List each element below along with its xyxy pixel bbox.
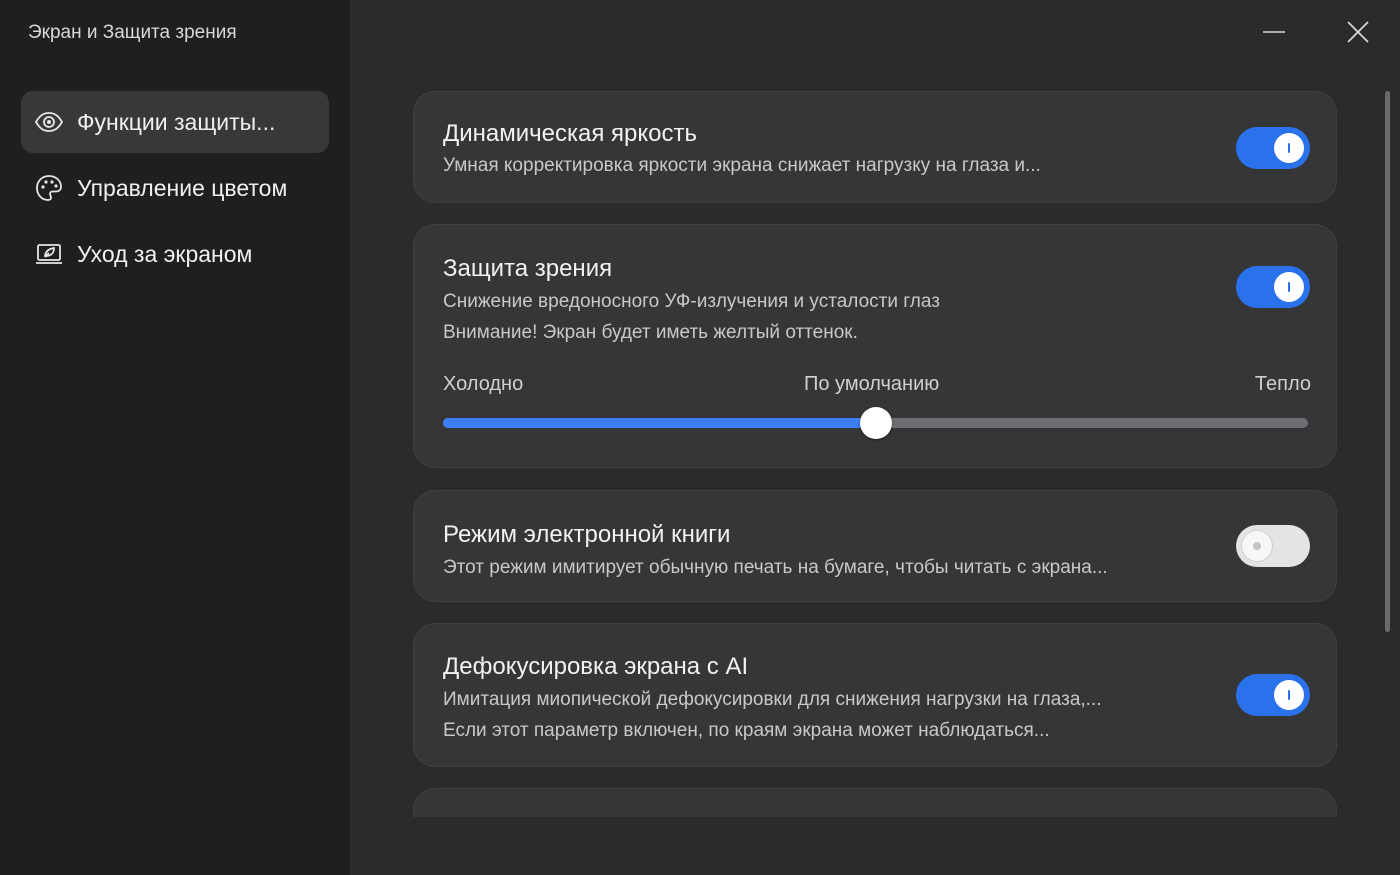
card-title: Дефокусировка экрана с AI — [443, 653, 749, 680]
slider-label-cold: Холодно — [443, 373, 524, 395]
card-ebook-mode: Режим электронной книги Этот режим имити… — [413, 490, 1337, 602]
sidebar-item-color-management[interactable]: Управление цветом — [21, 157, 329, 219]
sidebar-item-screen-care[interactable]: Уход за экраном — [21, 223, 329, 285]
eye-protection-toggle[interactable] — [1236, 266, 1310, 308]
card-description: Снижение вредоносного УФ-излучения и уст… — [443, 291, 940, 312]
card-ai-defocus: Дефокусировка экрана с AI Имитация миопи… — [413, 623, 1337, 767]
card-description: Имитация миопической дефокусировки для с… — [443, 689, 1102, 710]
laptop-leaf-icon — [34, 239, 64, 269]
settings-list[interactable]: Динамическая яркость Умная корректировка… — [413, 91, 1337, 817]
sidebar-item-label: Уход за экраном — [77, 240, 253, 267]
dynamic-brightness-toggle[interactable] — [1236, 127, 1310, 169]
app-title: Экран и Защита зрения — [28, 22, 237, 43]
slider-fill — [443, 418, 876, 428]
sidebar: Экран и Защита зрения Функции защиты... — [0, 0, 350, 875]
eye-icon — [34, 107, 64, 137]
card-eye-protection: Защита зрения Снижение вредоносного УФ-и… — [413, 224, 1337, 468]
minimize-icon — [1263, 31, 1285, 33]
card-next-partial — [413, 788, 1337, 817]
slider-labels: Холодно По умолчанию Тепло — [443, 373, 1311, 399]
slider-label-default: По умолчанию — [804, 373, 940, 395]
ebook-mode-toggle[interactable] — [1236, 525, 1310, 567]
sidebar-item-eye-protection[interactable]: Функции защиты... — [21, 91, 329, 153]
card-title: Защита зрения — [443, 255, 613, 282]
close-icon — [1347, 21, 1369, 43]
toggle-knob — [1274, 133, 1304, 163]
toggle-knob — [1274, 272, 1304, 302]
card-description: Умная корректировка яркости экрана снижа… — [443, 155, 1041, 176]
slider-thumb[interactable] — [859, 407, 892, 439]
slider-label-warm: Тепло — [1254, 373, 1311, 395]
card-warning: Внимание! Экран будет иметь желтый оттен… — [443, 322, 858, 343]
sidebar-item-label: Управление цветом — [77, 174, 288, 201]
close-button[interactable] — [1340, 14, 1376, 50]
minimize-button[interactable] — [1256, 14, 1292, 50]
card-description: Этот режим имитирует обычную печать на б… — [443, 557, 1108, 578]
card-description-secondary: Если этот параметр включен, по краям экр… — [443, 720, 1050, 741]
main-panel: Динамическая яркость Умная корректировка… — [350, 0, 1400, 875]
sidebar-nav: Функции защиты... Управление цветом Уход… — [21, 91, 329, 289]
card-dynamic-brightness: Динамическая яркость Умная корректировка… — [413, 91, 1337, 203]
ai-defocus-toggle[interactable] — [1236, 674, 1310, 716]
card-title: Режим электронной книги — [443, 521, 731, 548]
toggle-knob — [1242, 531, 1272, 561]
scrollbar[interactable] — [1385, 91, 1390, 632]
toggle-knob — [1274, 680, 1304, 710]
palette-icon — [34, 173, 64, 203]
card-title: Динамическая яркость — [443, 120, 698, 147]
sidebar-item-label: Функции защиты... — [77, 108, 276, 135]
color-temperature-slider[interactable] — [443, 407, 1308, 439]
